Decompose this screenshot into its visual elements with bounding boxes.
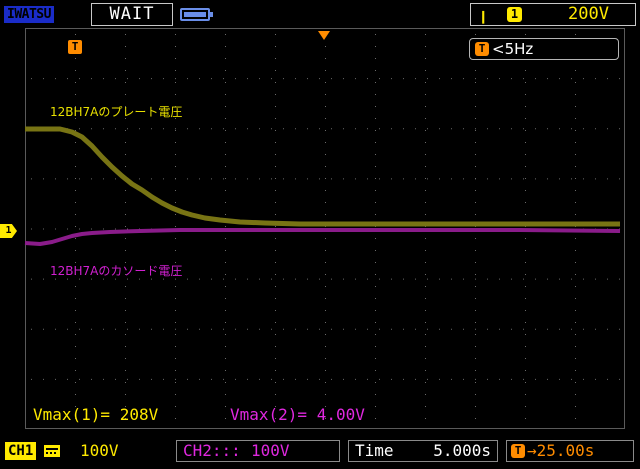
ch1-waveform xyxy=(25,126,620,227)
trigger-marker-icon: T xyxy=(68,40,82,54)
ch2-settings[interactable]: CH2::: 100V xyxy=(176,440,340,462)
trigger-position-marker xyxy=(318,31,330,40)
trigger-delay-settings[interactable]: T →25.00s xyxy=(506,440,634,462)
oscilloscope-screen: IWATSU WAIT ꞁ 1 200V T T <5Hz 12BH7Aのプレー… xyxy=(0,0,640,469)
trigger-icon: T xyxy=(475,42,489,56)
ch1-scale: 100V xyxy=(80,441,119,460)
ch1-annotation: 12BH7Aのプレート電圧 xyxy=(50,105,183,119)
trigger-delay-value: →25.00s xyxy=(527,441,595,460)
ch2-label: CH2::: xyxy=(183,441,241,460)
ch2-waveform xyxy=(24,228,621,246)
ch2-annotation: 12BH7Aのカソード電圧 xyxy=(50,264,183,278)
timebase-settings[interactable]: Time 5.000s xyxy=(348,440,498,462)
frequency-readout-box: T <5Hz xyxy=(469,38,619,60)
ch2-measurement: Vmax(2)= 4.00V xyxy=(230,405,365,424)
waveform-display xyxy=(24,31,621,419)
time-value: 5.000s xyxy=(433,441,491,460)
time-label: Time xyxy=(355,441,394,460)
trigger-delay-icon: T xyxy=(511,444,525,458)
ch2-scale: 100V xyxy=(251,441,290,460)
dc-coupling-icon xyxy=(44,445,60,457)
ch1-label[interactable]: CH1 xyxy=(5,442,37,460)
ch1-measurement: Vmax(1)= 208V xyxy=(33,405,159,424)
frequency-readout: <5Hz xyxy=(492,40,534,58)
